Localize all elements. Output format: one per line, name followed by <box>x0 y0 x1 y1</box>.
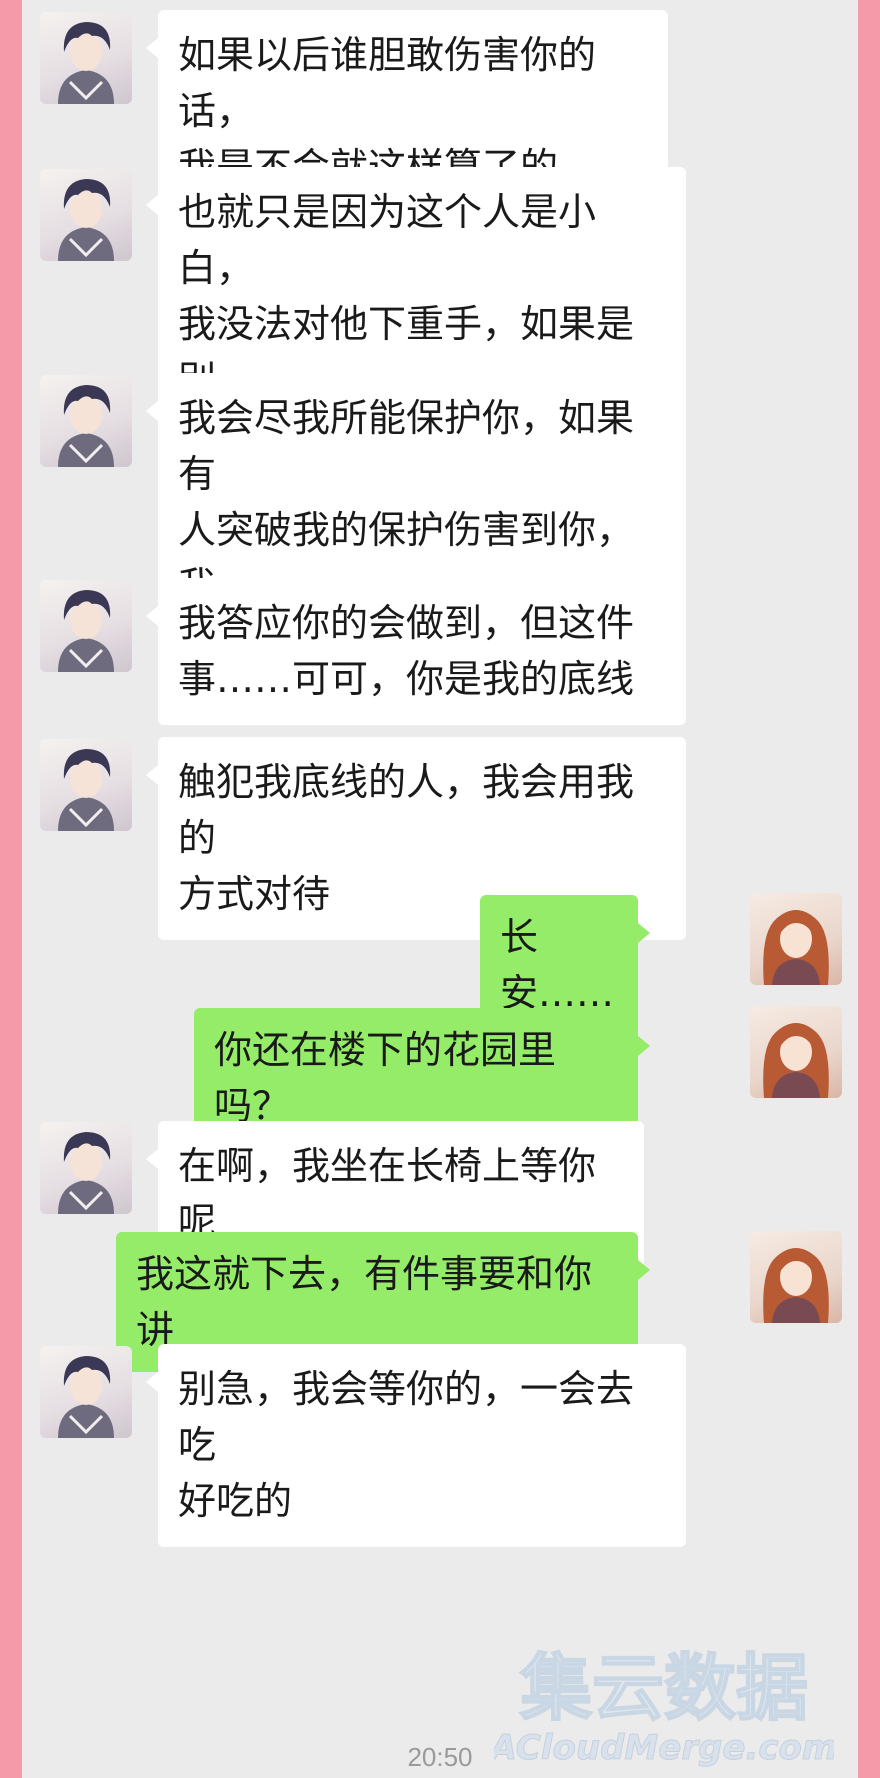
contact-avatar[interactable] <box>40 12 132 104</box>
contact-avatar[interactable] <box>40 169 132 261</box>
male-avatar-icon <box>58 1356 114 1438</box>
male-avatar-icon <box>58 590 114 672</box>
user-avatar[interactable] <box>750 1231 842 1323</box>
message-bubble-incoming[interactable]: 别急，我会等你的，一会去吃 好吃的 <box>146 1344 686 1547</box>
contact-avatar[interactable] <box>40 375 132 467</box>
male-avatar-icon <box>58 749 114 831</box>
male-avatar-icon <box>58 385 114 467</box>
female-avatar-icon <box>763 1248 829 1323</box>
female-avatar-icon <box>763 910 829 985</box>
user-avatar[interactable] <box>750 1006 842 1098</box>
watermark-url: ACloudMerge.com <box>494 1728 834 1768</box>
watermark-logo: 集云数据 ACloudMerge.com <box>494 1645 834 1769</box>
contact-avatar[interactable] <box>40 1346 132 1438</box>
chat-area[interactable]: 如果以后谁胆敢伤害你的话， 我是不会就这样算了的 也就只是因为这个人是小白， 我… <box>22 0 858 1778</box>
male-avatar-icon <box>58 179 114 261</box>
female-avatar-icon <box>763 1023 829 1098</box>
message-bubble-incoming[interactable]: 我答应你的会做到，但这件 事……可可，你是我的底线 <box>146 578 686 725</box>
male-avatar-icon <box>58 22 114 104</box>
user-avatar[interactable] <box>750 893 842 985</box>
contact-avatar[interactable] <box>40 580 132 672</box>
watermark-title: 集云数据 <box>519 1646 808 1730</box>
contact-avatar[interactable] <box>40 1122 132 1214</box>
male-avatar-icon <box>58 1132 114 1214</box>
contact-avatar[interactable] <box>40 739 132 831</box>
